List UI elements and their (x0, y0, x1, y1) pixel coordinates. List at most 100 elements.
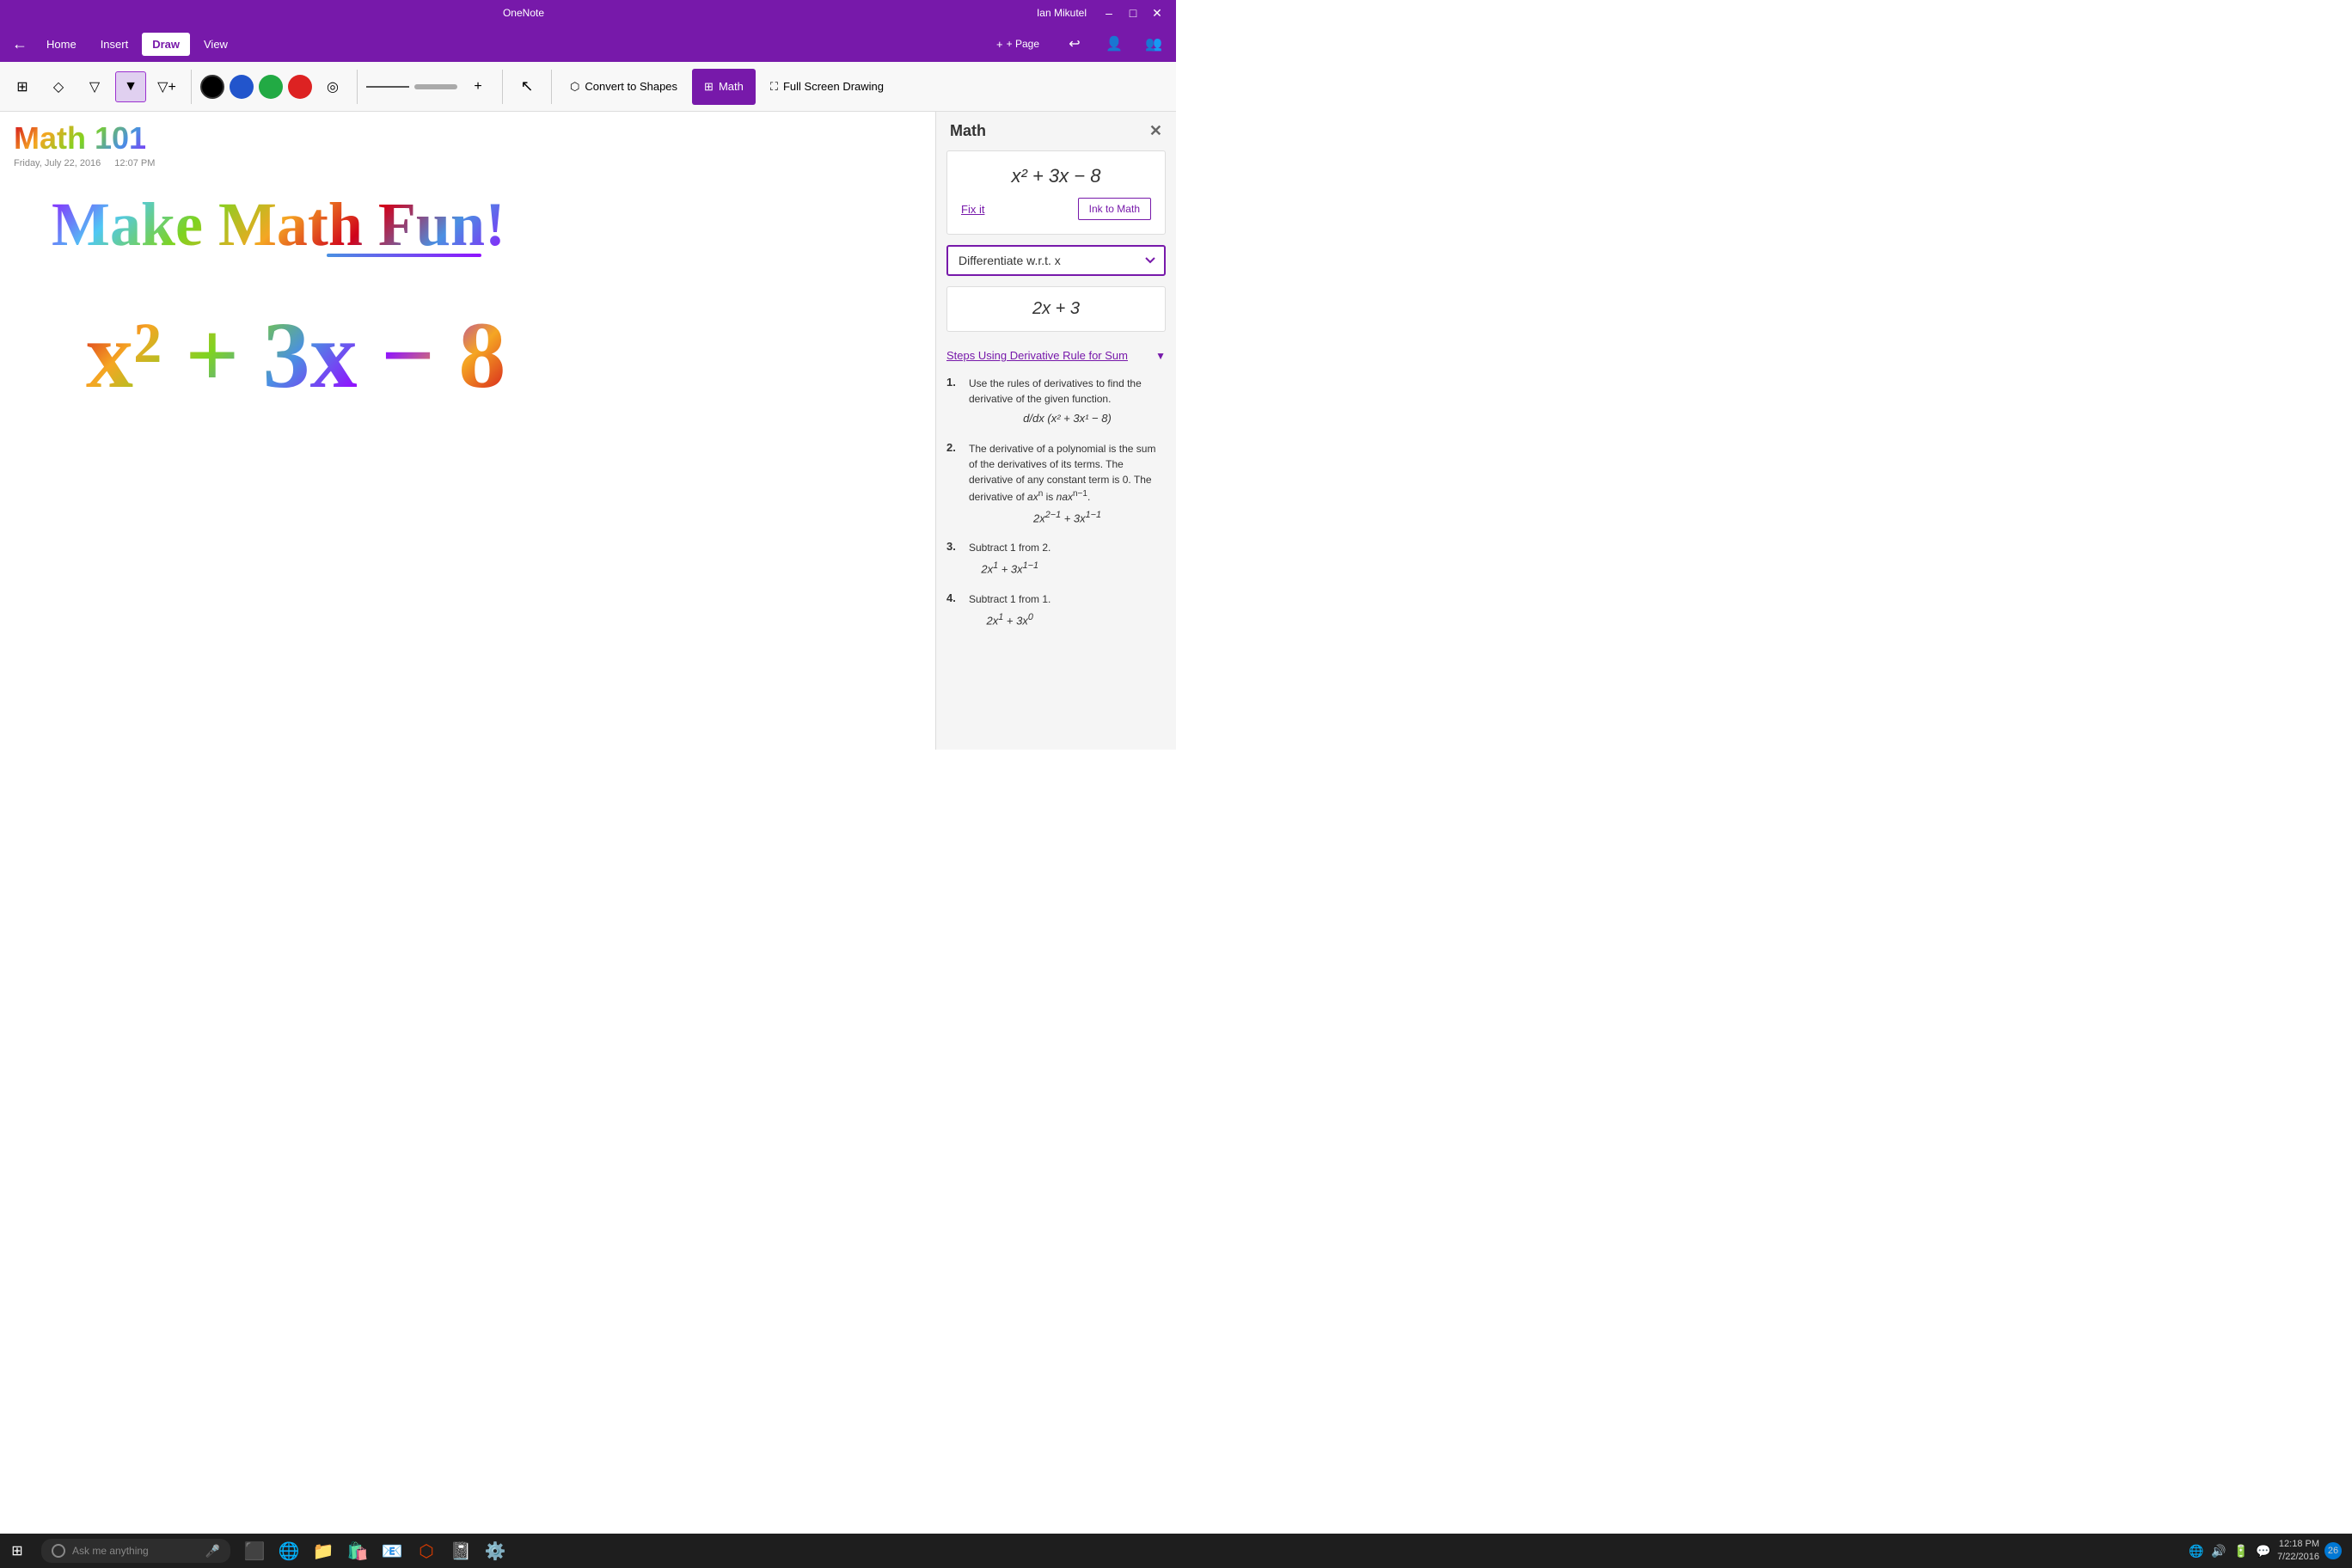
search-bar[interactable]: Ask me anything 🎤 (41, 1539, 230, 1563)
touch-draw-button[interactable]: ▽+ (151, 71, 182, 102)
math-label: Math (719, 80, 744, 93)
cursor-button[interactable]: ↖ (511, 71, 542, 102)
note-title: Math 101 (14, 120, 155, 156)
edge-browser-button[interactable]: 🌐 (272, 1534, 306, 1568)
step-4: 4. Subtract 1 from 1. 2x1 + 3x0 (946, 591, 1166, 629)
step-2: 2. The derivative of a polynomial is the… (946, 441, 1166, 527)
note-date: Friday, July 22, 2016 12:07 PM (14, 158, 155, 168)
outlook-button[interactable]: 📧 (375, 1534, 409, 1568)
close-button[interactable]: ✕ (1148, 4, 1166, 21)
color-green[interactable] (259, 75, 283, 99)
step-2-text: The derivative of a polynomial is the su… (969, 443, 1155, 503)
taskbar-right: 🌐 🔊 🔋 💬 12:18 PM 7/22/2016 26 (2188, 1538, 2352, 1565)
step-1: 1. Use the rules of derivatives to find … (946, 376, 1166, 427)
menu-insert[interactable]: Insert (90, 33, 139, 56)
step-3-text: Subtract 1 from 2. (969, 542, 1050, 554)
user-profile-button[interactable]: 👤 (1099, 28, 1130, 59)
close-panel-button[interactable]: ✕ (1149, 122, 1162, 140)
add-page-icon: + (996, 38, 1003, 51)
math-panel-header: Math ✕ (936, 112, 1176, 150)
search-placeholder: Ask me anything (72, 1545, 149, 1557)
step-4-formula: 2x1 + 3x0 (969, 610, 1050, 629)
store-button[interactable]: 🛍️ (340, 1534, 375, 1568)
eraser-button[interactable]: ◇ (43, 71, 74, 102)
operation-dropdown[interactable]: Differentiate w.r.t. x Integrate w.r.t. … (946, 245, 1166, 276)
step-2-number: 2. (946, 441, 960, 527)
math-actions: Fix it Ink to Math (961, 198, 1151, 220)
fix-it-link[interactable]: Fix it (961, 203, 984, 216)
more-colors-button[interactable]: ◎ (317, 71, 348, 102)
steps-content: 1. Use the rules of derivatives to find … (936, 369, 1176, 650)
note-time-value: 12:07 PM (114, 158, 155, 168)
titlebar-app-name: OneNote (503, 7, 544, 19)
fullscreen-label: Full Screen Drawing (783, 80, 884, 93)
note-header: Math 101 Friday, July 22, 2016 12:07 PM (14, 120, 155, 168)
notification-badge[interactable]: 26 (2324, 1542, 2342, 1559)
add-page-button[interactable]: + + Page (985, 34, 1050, 55)
step-1-body: Use the rules of derivatives to find the… (969, 376, 1166, 427)
volume-icon: 🔊 (2210, 1542, 2227, 1559)
steps-title: Steps Using Derivative Rule for Sum (946, 349, 1128, 362)
ink-to-math-button[interactable]: Ink to Math (1078, 198, 1151, 220)
system-clock: 12:18 PM 7/22/2016 (2277, 1538, 2319, 1565)
step-3-body: Subtract 1 from 2. 2x1 + 3x1−1 (969, 540, 1050, 578)
undo-button[interactable]: ↩ (1059, 28, 1090, 59)
lasso-tool-button[interactable]: ⊞ (7, 71, 38, 102)
convert-to-shapes-button[interactable]: ⬡ Convert to Shapes (560, 69, 687, 105)
minimize-button[interactable]: – (1100, 4, 1118, 21)
user-label: Ian Mikutel (1037, 7, 1087, 19)
office-button[interactable]: ⬡ (409, 1534, 444, 1568)
convert-shapes-label: Convert to Shapes (585, 80, 677, 93)
menu-view[interactable]: View (193, 33, 238, 56)
color-black[interactable] (200, 75, 224, 99)
step-1-number: 1. (946, 376, 960, 427)
color-red[interactable] (288, 75, 312, 99)
drawing-canvas[interactable]: Math 101 Friday, July 22, 2016 12:07 PM … (0, 112, 935, 750)
maximize-button[interactable]: □ (1124, 4, 1142, 21)
pen-size-medium[interactable] (414, 84, 457, 89)
add-pen-button[interactable]: + (462, 71, 493, 102)
ribbon-separator-1 (191, 70, 192, 104)
step-4-number: 4. (946, 591, 960, 629)
highlighter-button[interactable]: ▽ (79, 71, 110, 102)
math-panel-title: Math (950, 122, 986, 140)
math-panel: Math ✕ x² + 3x − 8 Fix it Ink to Math Di… (935, 112, 1176, 750)
menu-draw[interactable]: Draw (142, 33, 190, 56)
step-1-formula: d/dx (x² + 3x¹ − 8) (969, 410, 1166, 427)
pen-button[interactable]: ▼ (115, 71, 146, 102)
onenote-button[interactable]: 📓 (444, 1534, 478, 1568)
file-explorer-button[interactable]: 📁 (306, 1534, 340, 1568)
ribbon-separator-4 (551, 70, 552, 104)
share-button[interactable]: 👥 (1138, 28, 1169, 59)
step-2-formula: 2x2−1 + 3x1−1 (969, 508, 1166, 527)
handwritten-equation: x² + 3x − 8 (86, 301, 505, 410)
ribbon: ⊞ ◇ ▽ ▼ ▽+ ◎ + ↖ ⬡ Convert to Shapes ⊞ M… (0, 62, 1176, 112)
note-date-value: Friday, July 22, 2016 (14, 158, 101, 168)
math-icon: ⊞ (704, 80, 714, 94)
network-icon: 🌐 (2188, 1542, 2205, 1559)
battery-icon: 🔋 (2233, 1542, 2250, 1559)
ribbon-separator-3 (502, 70, 503, 104)
color-blue[interactable] (230, 75, 254, 99)
result-display: 2x + 3 (946, 286, 1166, 332)
task-view-button[interactable]: ⬛ (237, 1534, 272, 1568)
math-formula-display: x² + 3x − 8 (961, 165, 1151, 187)
main-content: Math 101 Friday, July 22, 2016 12:07 PM … (0, 112, 1176, 750)
step-2-body: The derivative of a polynomial is the su… (969, 441, 1166, 527)
ribbon-separator-2 (357, 70, 358, 104)
start-button[interactable]: ⊞ (0, 1534, 34, 1568)
back-button[interactable]: ← (7, 31, 33, 57)
steps-chevron-icon: ▼ (1155, 350, 1166, 362)
microphone-icon: 🎤 (205, 1544, 220, 1559)
settings-button[interactable]: ⚙️ (478, 1534, 512, 1568)
step-1-text: Use the rules of derivatives to find the… (969, 377, 1142, 405)
pen-size-thin[interactable] (366, 86, 409, 88)
math-button[interactable]: ⊞ Math (692, 69, 756, 105)
menu-home[interactable]: Home (36, 33, 87, 56)
clock-date: 7/22/2016 (2277, 1551, 2319, 1564)
step-3: 3. Subtract 1 from 2. 2x1 + 3x1−1 (946, 540, 1166, 578)
full-screen-drawing-button[interactable]: ⛶ Full Screen Drawing (761, 69, 893, 105)
underline-decoration (327, 254, 481, 257)
step-4-text: Subtract 1 from 1. (969, 593, 1050, 605)
steps-header[interactable]: Steps Using Derivative Rule for Sum ▼ (936, 342, 1176, 369)
